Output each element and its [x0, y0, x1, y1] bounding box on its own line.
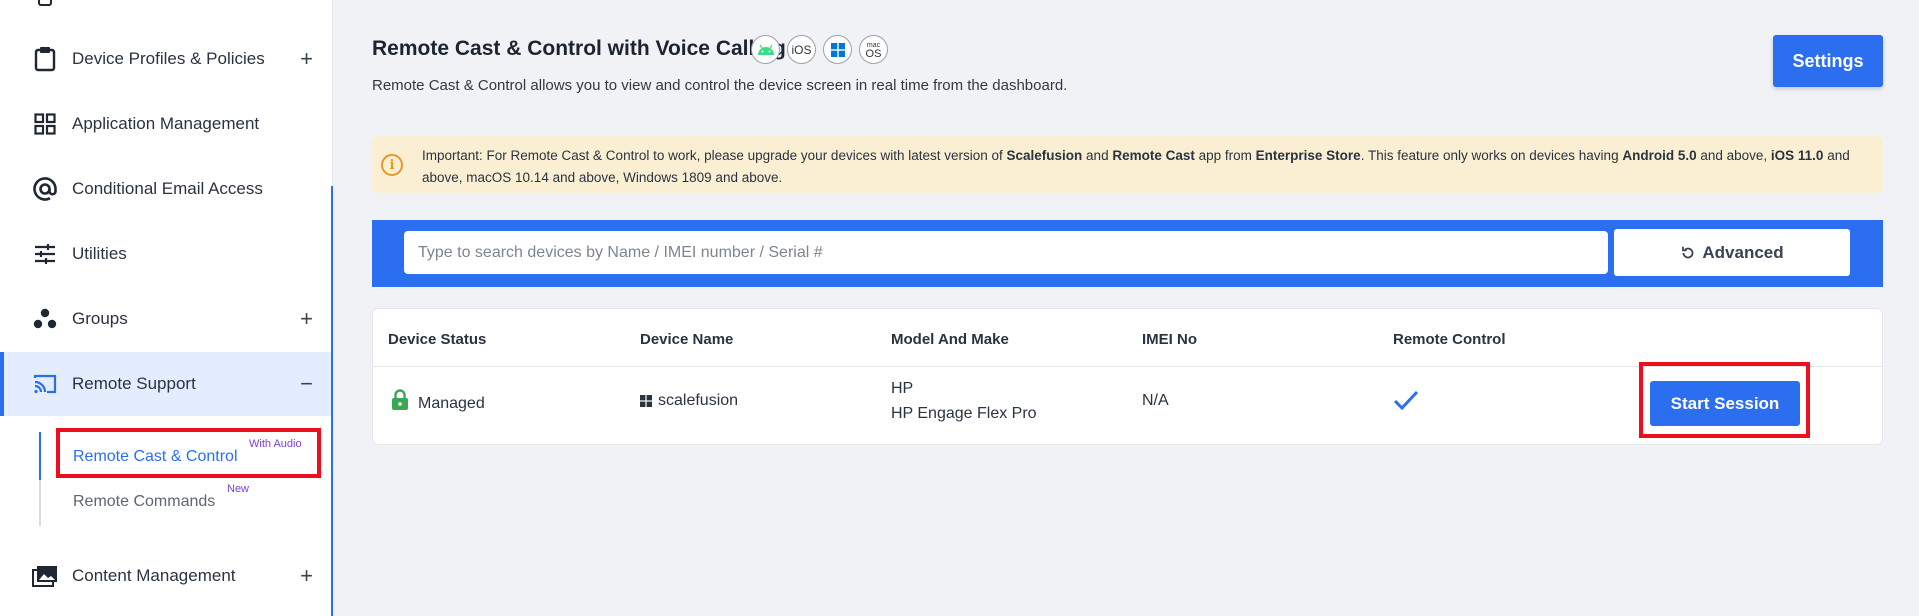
advanced-search-button[interactable]: Advanced	[1614, 229, 1850, 276]
sidebar-item-utilities[interactable]: Utilities	[0, 222, 331, 286]
notice-text: Important: For Remote Cast & Control to …	[422, 148, 1850, 185]
expand-icon[interactable]: +	[300, 48, 313, 70]
grid-icon	[32, 111, 58, 137]
sidebar-item-label: Remote Support	[72, 374, 196, 393]
column-header-imei: IMEI No	[1142, 331, 1197, 348]
submenu-item-label: Remote Commands	[73, 493, 216, 510]
sidebar-item-label: Utilities	[72, 244, 127, 263]
device-name-value: scalefusion	[658, 392, 739, 409]
highlight-box-remote-cast	[56, 428, 321, 478]
page-title: Remote Cast & Control with Voice Calling	[372, 37, 786, 60]
model-make-line1: HP	[891, 380, 914, 397]
settings-button[interactable]: Settings	[1773, 35, 1883, 87]
highlight-box-start-session	[1639, 362, 1810, 438]
column-header-model-make: Model And Make	[891, 331, 1009, 348]
submenu-active-indicator	[39, 432, 41, 480]
main-content: Remote Cast & Control with Voice Calling…	[334, 0, 1919, 616]
collapse-icon[interactable]: −	[300, 373, 313, 395]
windows-icon	[823, 35, 852, 64]
sidebar-item-label: Conditional Email Access	[72, 179, 263, 198]
imei-value: N/A	[1142, 392, 1169, 409]
sidebar-item-content-management[interactable]: Content Management +	[0, 544, 331, 608]
lock-icon	[391, 389, 409, 416]
important-notice: i Important: For Remote Cast & Control t…	[372, 136, 1883, 193]
sidebar-item-conditional-email-access[interactable]: Conditional Email Access	[0, 157, 331, 221]
sidebar-item-remote-support[interactable]: Remote Support −	[0, 352, 331, 416]
advanced-label: Advanced	[1702, 242, 1784, 262]
column-header-remote-control: Remote Control	[1393, 331, 1506, 348]
clipboard-icon	[32, 46, 58, 72]
sidebar-item-label: Groups	[72, 309, 128, 328]
sidebar-item-device-profiles[interactable]: Device Profiles & Policies +	[0, 27, 331, 91]
checkmark-icon	[1393, 389, 1419, 416]
groups-icon	[32, 306, 58, 332]
cast-icon	[32, 371, 58, 397]
android-icon	[751, 35, 780, 64]
device-name-cell[interactable]: scalefusion	[640, 392, 738, 410]
windows-icon	[640, 395, 652, 407]
sliders-icon	[32, 241, 58, 267]
os-icon-group: iOS mac OS	[751, 35, 888, 64]
sidebar: Device Profiles & Policies + Application…	[0, 0, 333, 616]
expand-icon[interactable]: +	[300, 308, 313, 330]
at-sign-icon	[32, 176, 58, 202]
refresh-icon	[1682, 246, 1694, 258]
device-status-value: Managed	[418, 395, 485, 412]
sidebar-item-label: Application Management	[72, 114, 260, 133]
column-header-device-name: Device Name	[640, 331, 734, 348]
sidebar-item-label: Content Management	[72, 566, 236, 585]
page-description: Remote Cast & Control allows you to view…	[372, 77, 1068, 94]
sidebar-item-groups[interactable]: Groups +	[0, 287, 331, 351]
search-bar: Advanced	[372, 220, 1883, 287]
sidebar-scroll-indicator[interactable]	[331, 186, 333, 616]
model-make-line2: HP Engage Flex Pro	[891, 405, 1037, 422]
submenu-tree-line	[39, 432, 41, 526]
sidebar-item-application-management[interactable]: Application Management	[0, 92, 331, 156]
device-search-input[interactable]	[404, 231, 1608, 274]
info-icon: i	[381, 154, 403, 176]
submenu-item-remote-commands[interactable]: Remote Commands New	[73, 483, 249, 511]
partial-icon	[38, 0, 52, 6]
expand-icon[interactable]: +	[300, 565, 313, 587]
images-icon	[32, 563, 58, 589]
macos-label-bottom: OS	[865, 47, 882, 60]
ios-icon: iOS	[787, 35, 816, 64]
macos-icon: mac OS	[859, 35, 888, 64]
sidebar-item-label: Device Profiles & Policies	[72, 49, 265, 68]
active-indicator	[0, 352, 4, 416]
new-badge: New	[227, 483, 250, 495]
column-header-device-status: Device Status	[388, 331, 487, 348]
